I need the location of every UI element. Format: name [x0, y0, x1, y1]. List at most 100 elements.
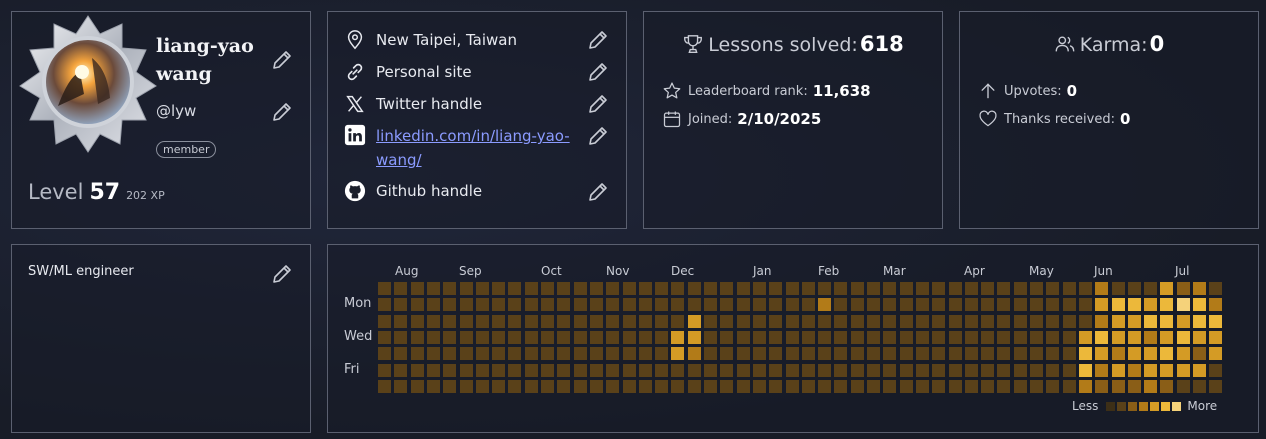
activity-cell[interactable] — [769, 363, 783, 377]
activity-cell[interactable] — [883, 330, 897, 344]
activity-cell[interactable] — [720, 363, 734, 377]
activity-cell[interactable] — [801, 298, 815, 312]
activity-cell[interactable] — [671, 314, 685, 328]
activity-cell[interactable] — [638, 347, 652, 361]
activity-cell[interactable] — [557, 363, 571, 377]
activity-cell[interactable] — [850, 314, 864, 328]
activity-cell[interactable] — [801, 314, 815, 328]
activity-cell[interactable] — [557, 314, 571, 328]
activity-cell[interactable] — [655, 379, 669, 393]
activity-cell[interactable] — [1062, 298, 1076, 312]
activity-cell[interactable] — [443, 363, 457, 377]
activity-cell[interactable] — [638, 330, 652, 344]
activity-cell[interactable] — [964, 363, 978, 377]
activity-cell[interactable] — [752, 282, 766, 295]
activity-cell[interactable] — [622, 282, 636, 295]
activity-cell[interactable] — [475, 363, 489, 377]
activity-cell[interactable] — [1046, 282, 1060, 295]
activity-cell[interactable] — [426, 363, 440, 377]
activity-cell[interactable] — [410, 314, 424, 328]
activity-cell[interactable] — [964, 330, 978, 344]
activity-cell[interactable] — [557, 298, 571, 312]
activity-cell[interactable] — [1176, 282, 1190, 295]
activity-cell[interactable] — [1046, 347, 1060, 361]
activity-cell[interactable] — [801, 347, 815, 361]
activity-cell[interactable] — [785, 314, 799, 328]
activity-cell[interactable] — [1062, 347, 1076, 361]
activity-cell[interactable] — [475, 347, 489, 361]
activity-cell[interactable] — [524, 363, 538, 377]
activity-cell[interactable] — [1176, 298, 1190, 312]
activity-cell[interactable] — [1030, 314, 1043, 328]
activity-cell[interactable] — [573, 330, 587, 344]
activity-cell[interactable] — [736, 347, 750, 361]
activity-cell[interactable] — [622, 347, 636, 361]
activity-cell[interactable] — [964, 298, 978, 312]
activity-cell[interactable] — [867, 347, 880, 361]
activity-cell[interactable] — [981, 347, 995, 361]
activity-cell[interactable] — [818, 298, 832, 312]
activity-cell[interactable] — [1013, 363, 1027, 377]
activity-cell[interactable] — [1209, 379, 1223, 393]
activity-cell[interactable] — [834, 330, 848, 344]
activity-cell[interactable] — [394, 347, 408, 361]
activity-cell[interactable] — [915, 282, 929, 295]
activity-cell[interactable] — [541, 314, 554, 328]
activity-cell[interactable] — [622, 330, 636, 344]
activity-cell[interactable] — [394, 363, 408, 377]
activity-cell[interactable] — [818, 363, 832, 377]
activity-cell[interactable] — [687, 298, 701, 312]
activity-cell[interactable] — [394, 330, 408, 344]
activity-cell[interactable] — [1160, 282, 1174, 295]
activity-cell[interactable] — [475, 314, 489, 328]
activity-cell[interactable] — [1193, 330, 1206, 344]
activity-cell[interactable] — [655, 347, 669, 361]
activity-cell[interactable] — [492, 363, 506, 377]
activity-cell[interactable] — [622, 363, 636, 377]
activity-cell[interactable] — [1144, 314, 1158, 328]
activity-cell[interactable] — [1176, 379, 1190, 393]
activity-cell[interactable] — [589, 298, 603, 312]
activity-cell[interactable] — [850, 330, 864, 344]
activity-cell[interactable] — [1127, 330, 1141, 344]
activity-cell[interactable] — [883, 363, 897, 377]
activity-cell[interactable] — [1160, 330, 1174, 344]
activity-cell[interactable] — [1062, 282, 1076, 295]
activity-cell[interactable] — [378, 298, 391, 312]
activity-cell[interactable] — [704, 330, 717, 344]
activity-cell[interactable] — [964, 347, 978, 361]
activity-cell[interactable] — [736, 379, 750, 393]
activity-cell[interactable] — [1078, 298, 1092, 312]
activity-cell[interactable] — [769, 330, 783, 344]
activity-cell[interactable] — [1095, 363, 1109, 377]
activity-cell[interactable] — [606, 298, 620, 312]
activity-cell[interactable] — [834, 347, 848, 361]
activity-cell[interactable] — [671, 363, 685, 377]
activity-cell[interactable] — [1209, 330, 1223, 344]
activity-cell[interactable] — [1013, 314, 1027, 328]
activity-cell[interactable] — [883, 347, 897, 361]
activity-cell[interactable] — [769, 314, 783, 328]
activity-cell[interactable] — [1193, 298, 1206, 312]
activity-cell[interactable] — [801, 330, 815, 344]
activity-cell[interactable] — [622, 298, 636, 312]
activity-cell[interactable] — [948, 314, 962, 328]
activity-cell[interactable] — [1144, 282, 1158, 295]
activity-cell[interactable] — [981, 314, 995, 328]
activity-cell[interactable] — [541, 379, 554, 393]
activity-cell[interactable] — [867, 363, 880, 377]
activity-cell[interactable] — [1078, 379, 1092, 393]
activity-cell[interactable] — [769, 379, 783, 393]
activity-cell[interactable] — [752, 363, 766, 377]
activity-cell[interactable] — [1193, 379, 1206, 393]
activity-cell[interactable] — [915, 347, 929, 361]
activity-cell[interactable] — [443, 330, 457, 344]
activity-cell[interactable] — [997, 282, 1011, 295]
activity-cell[interactable] — [883, 379, 897, 393]
activity-cell[interactable] — [1062, 330, 1076, 344]
activity-cell[interactable] — [1030, 347, 1043, 361]
activity-cell[interactable] — [785, 282, 799, 295]
activity-cell[interactable] — [801, 363, 815, 377]
edit-twitter-icon[interactable] — [586, 92, 610, 116]
activity-cell[interactable] — [655, 282, 669, 295]
